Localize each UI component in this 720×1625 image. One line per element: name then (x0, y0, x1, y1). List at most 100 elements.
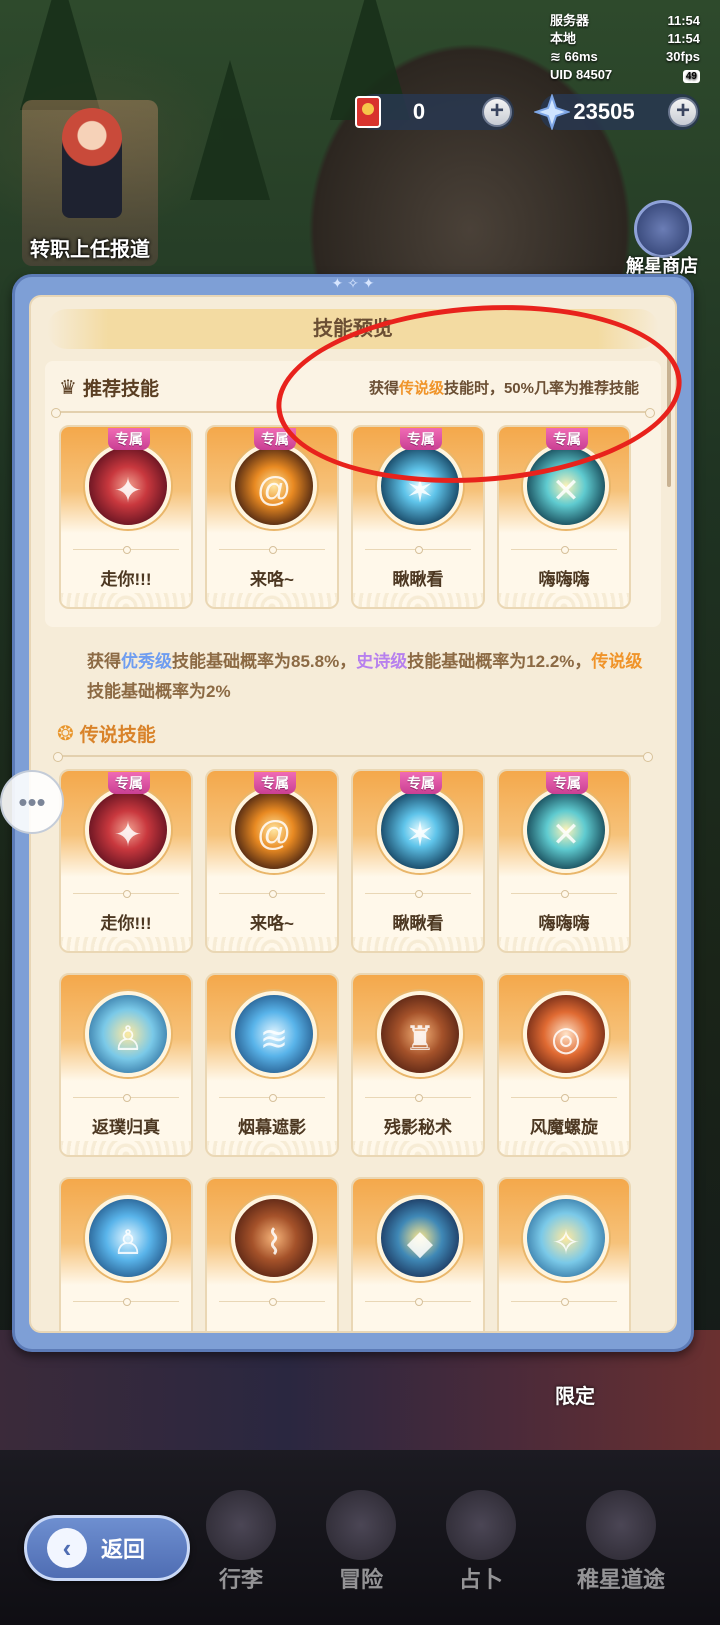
skill-card[interactable]: ✶ 专属 瞅瞅看 (351, 769, 485, 953)
section-divider (53, 752, 653, 762)
note-suffix: 技能时，50%几率为推荐技能 (443, 380, 639, 397)
skill-card[interactable]: ✕ 专属 嗨嗨嗨 (497, 425, 631, 609)
skill-card[interactable]: ♙ 返璞归真 (59, 973, 193, 1157)
server-label: 服务器 (550, 13, 590, 28)
skill-card[interactable]: ⌇ (205, 1177, 339, 1331)
back-button[interactable]: ‹ 返回 (24, 1515, 190, 1581)
legend-flame-icon: ❂ (57, 722, 74, 745)
exclusive-badge: 专属 (254, 772, 296, 794)
skill-glyph: ◆ (406, 1224, 434, 1262)
skill-name: 烟幕遮影 (238, 1118, 306, 1137)
nav-star-path-label: 稚星道途 (576, 1567, 665, 1592)
tree-decoration (190, 60, 270, 200)
skill-name: 来咯~ (250, 914, 294, 933)
skill-name: 来咯~ (250, 570, 294, 589)
skill-icon: ♜ (377, 991, 463, 1077)
rate-rare-label: 优秀级 (121, 652, 172, 671)
note-legend-highlight: 传说级 (398, 380, 444, 397)
legendary-skill-grid-row3: ♙ ⌇ ◆ ✧ (59, 1177, 631, 1331)
nav-luggage-label: 行李 (218, 1567, 263, 1592)
skill-icon: ✧ (523, 1195, 609, 1281)
card-wave-decoration (61, 937, 191, 951)
skill-card[interactable]: ◎ 风魔螺旋 (497, 973, 631, 1157)
card-divider (73, 1298, 179, 1306)
star-shop-button[interactable]: 解星商店 (612, 200, 712, 280)
battery-icon: 49 (682, 70, 700, 83)
job-report-button[interactable]: 转职上任报道 (22, 100, 158, 266)
skill-card[interactable]: ✦ 专属走你!!! (59, 425, 193, 609)
skill-card[interactable]: ≋ 烟幕遮影 (205, 973, 339, 1157)
skill-card[interactable]: ♙ (59, 1177, 193, 1331)
rate-text-3: 技能基础概率为12.2%， (407, 652, 592, 671)
skill-name: 瞅瞅看 (392, 570, 444, 589)
legendary-heading-label: 传说技能 (79, 724, 156, 746)
uid-value: UID 84507 (550, 67, 613, 82)
scrollbar[interactable] (667, 357, 671, 487)
recommended-note: 获得传说级技能时，50%几率为推荐技能 (369, 377, 639, 398)
skill-icon: ◆ (377, 1195, 463, 1281)
skill-card[interactable]: ✶ 专属 瞅瞅看 (351, 425, 485, 609)
card-divider (365, 1094, 471, 1102)
recommended-skill-grid: ✦ 专属 走你!!! @ 专属 来咯~ ✶ 专属 瞅瞅看 ✕ 专属 嗨嗨嗨 (59, 425, 631, 609)
add-star-crystal-button[interactable]: + (668, 97, 698, 127)
recommended-heading-label: 推荐技能 (82, 378, 159, 400)
card-wave-decoration (499, 1141, 629, 1155)
exclusive-badge: 专属 (108, 428, 150, 450)
skill-glyph: ⌇ (265, 1224, 283, 1262)
skill-glyph: ◎ (551, 1020, 581, 1058)
legendary-heading: ❂ 传说技能 (57, 717, 156, 749)
skill-icon: ✶ (377, 787, 463, 873)
luggage-icon (206, 1490, 276, 1560)
card-divider (365, 1298, 471, 1306)
nav-luggage[interactable]: 行李 (186, 1490, 296, 1594)
skill-glyph: @ (256, 471, 292, 509)
skill-glyph: ♙ (112, 1224, 144, 1262)
add-red-envelope-button[interactable]: + (482, 97, 512, 127)
card-divider (219, 1094, 325, 1102)
chat-icon: ••• (18, 786, 46, 817)
card-wave-decoration (353, 937, 483, 951)
skill-icon: ✦ (85, 443, 171, 529)
card-wave-decoration (61, 1141, 191, 1155)
card-divider (73, 546, 179, 554)
crystal-ball-icon (446, 1490, 516, 1560)
card-wave-decoration (353, 1141, 483, 1155)
exclusive-badge: 专属 (108, 772, 150, 794)
nav-adventure-label: 冒险 (338, 1567, 383, 1592)
server-time: 11:54 (667, 13, 700, 28)
card-wave-decoration (499, 593, 629, 607)
skill-preview-panel: ✦ ✧ ✦ 技能预览 ♛ 推荐技能 获得传说级技能时，50%几率为推荐技能 ✦ 专… (12, 274, 694, 1352)
skill-glyph: ✕ (551, 816, 581, 854)
skill-icon: @ (231, 787, 317, 873)
skill-name: 嗨嗨嗨 (538, 914, 590, 933)
card-divider (219, 890, 325, 898)
skill-card[interactable]: ◆ (351, 1177, 485, 1331)
nav-star-path[interactable]: 稚星道途 (546, 1490, 696, 1594)
nav-adventure[interactable]: 冒险 (306, 1490, 416, 1594)
skill-card[interactable]: @ 专属 来咯~ (205, 425, 339, 609)
currency-star-crystal: 23505 + (534, 94, 700, 130)
skill-card[interactable]: ✦ 专属 走你!!! (59, 769, 193, 953)
chat-bubble-button[interactable]: ••• (0, 770, 64, 834)
skill-card[interactable]: @ 专属来咯~ (205, 769, 339, 953)
card-divider (73, 890, 179, 898)
skill-glyph: ♜ (404, 1020, 436, 1058)
skill-card[interactable]: ✕ 专属嗨嗨嗨 (497, 769, 631, 953)
skill-card[interactable]: ♜ 残影秘术 (351, 973, 485, 1157)
legendary-skill-grid-row2: ♙ 返璞归真 ≋ 烟幕遮影 ♜ 残影秘术 ◎ 风魔螺旋 (59, 973, 631, 1157)
tree-decoration (20, 0, 100, 110)
card-wave-decoration (499, 937, 629, 951)
rate-description: 获得优秀级技能基础概率为85.8%，史诗级技能基础概率为12.2%，传说级技能基… (87, 647, 645, 707)
skill-icon: ♙ (85, 991, 171, 1077)
limited-label: 限定 (555, 1386, 595, 1408)
panel-content[interactable]: 技能预览 ♛ 推荐技能 获得传说级技能时，50%几率为推荐技能 ✦ 专属 走你!!!… (29, 295, 677, 1333)
skill-card[interactable]: ✧ (497, 1177, 631, 1331)
skill-glyph: ✦ (113, 472, 143, 510)
skill-glyph: ✦ (113, 816, 143, 854)
nav-divination[interactable]: 占卜 (426, 1490, 536, 1594)
skill-name: 走你!!! (100, 570, 152, 589)
exclusive-badge: 专属 (546, 772, 588, 794)
rate-text-2: 技能基础概率为85.8%， (172, 652, 357, 671)
card-wave-decoration (207, 937, 337, 951)
rate-legend-label: 传说级 (591, 652, 643, 671)
